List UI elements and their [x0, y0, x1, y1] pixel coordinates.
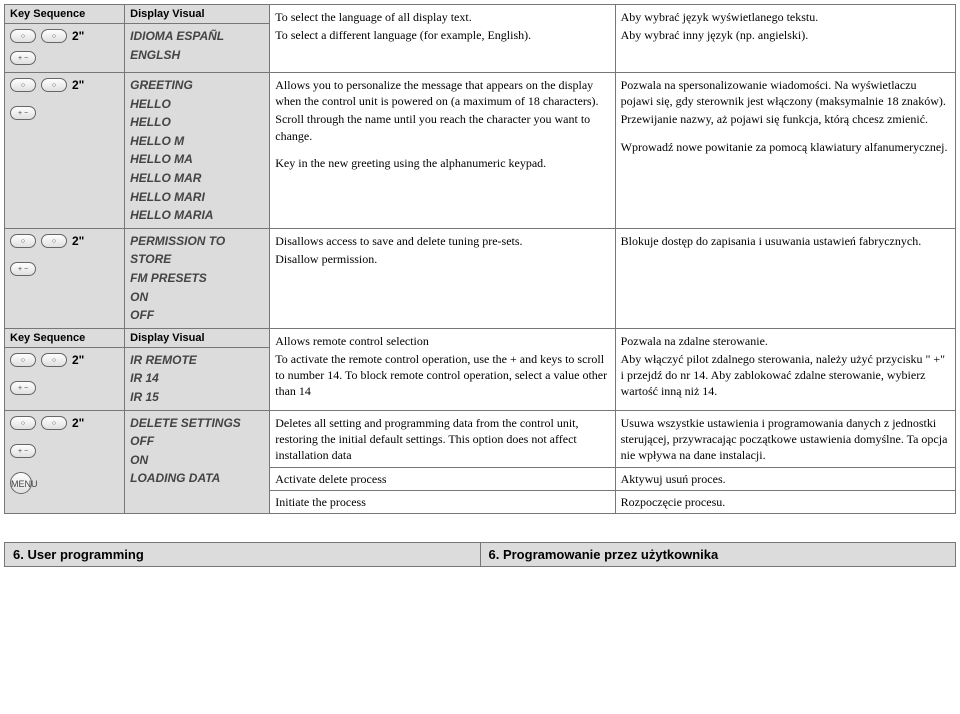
btn-icon: + −: [10, 444, 36, 458]
row2-en: Allows you to personalize the message th…: [270, 73, 615, 229]
btn-icon: ○: [10, 416, 36, 430]
btn-icon: + −: [10, 106, 36, 120]
row3-en: Disallows access to save and delete tuni…: [270, 228, 615, 328]
btn-icon: ○: [41, 29, 67, 43]
btn-icon: + −: [10, 381, 36, 395]
row4-dv: IR REMOTE IR 14 IR 15: [125, 347, 270, 410]
btn-icon: ○: [10, 234, 36, 248]
row1-pl: Aby wybrać język wyświetlanego tekstu. A…: [615, 5, 955, 73]
header-key-sequence: Key Sequence: [5, 5, 125, 24]
row4-ks: ○○2" + −: [5, 347, 125, 410]
row5-en-c: Initiate the process: [270, 491, 615, 514]
menu-button-icon: MENU: [10, 472, 32, 494]
row5-en-b: Activate delete process: [270, 468, 615, 491]
row4-pl: Pozwala na zdalne sterowanie. Aby włączy…: [615, 328, 955, 410]
row3-ks: ○○2" + −: [5, 228, 125, 328]
row4-en: Allows remote control selection To activ…: [270, 328, 615, 410]
btn-icon: ○: [41, 78, 67, 92]
row3-pl: Blokuje dostęp do zapisania i usuwania u…: [615, 228, 955, 328]
row5-ks: ○○2" + − MENU: [5, 410, 125, 514]
btn-icon: + −: [10, 51, 36, 65]
row5-en-a: Deletes all setting and programming data…: [270, 410, 615, 468]
row2-ks: ○○2" + −: [5, 73, 125, 229]
manual-table: Key Sequence Display Visual To select th…: [4, 4, 956, 514]
btn-icon: ○: [10, 353, 36, 367]
header-key-sequence-2: Key Sequence: [5, 328, 125, 347]
row2-pl: Pozwala na spersonalizowanie wiadomości.…: [615, 73, 955, 229]
row1-dv: IDIOMA ESPAÑL ENGLSH: [125, 24, 270, 73]
btn-icon: ○: [41, 416, 67, 430]
row5-pl-c: Rozpoczęcie procesu.: [615, 491, 955, 514]
header-display-visual-2: Display Visual: [125, 328, 270, 347]
btn-icon: ○: [41, 234, 67, 248]
row1-ks: ○○2" + −: [5, 24, 125, 73]
row1-en: To select the language of all display te…: [270, 5, 615, 73]
btn-icon: ○: [10, 29, 36, 43]
btn-icon: ○: [41, 353, 67, 367]
footer-left: 6. User programming: [5, 543, 481, 567]
row3-dv: PERMISSION TO STORE FM PRESETS ON OFF: [125, 228, 270, 328]
footer-table: 6. User programming 6. Programowanie prz…: [4, 542, 956, 567]
btn-icon: + −: [10, 262, 36, 276]
row5-pl-a: Usuwa wszystkie ustawienia i programowan…: [615, 410, 955, 468]
row5-pl-b: Aktywuj usuń proces.: [615, 468, 955, 491]
header-display-visual: Display Visual: [125, 5, 270, 24]
btn-icon: ○: [10, 78, 36, 92]
row5-dv: DELETE SETTINGS OFF ON LOADING DATA: [125, 410, 270, 514]
footer-right: 6. Programowanie przez użytkownika: [480, 543, 956, 567]
row2-dv: GREETING HELLO HELLO HELLO M HELLO MA HE…: [125, 73, 270, 229]
